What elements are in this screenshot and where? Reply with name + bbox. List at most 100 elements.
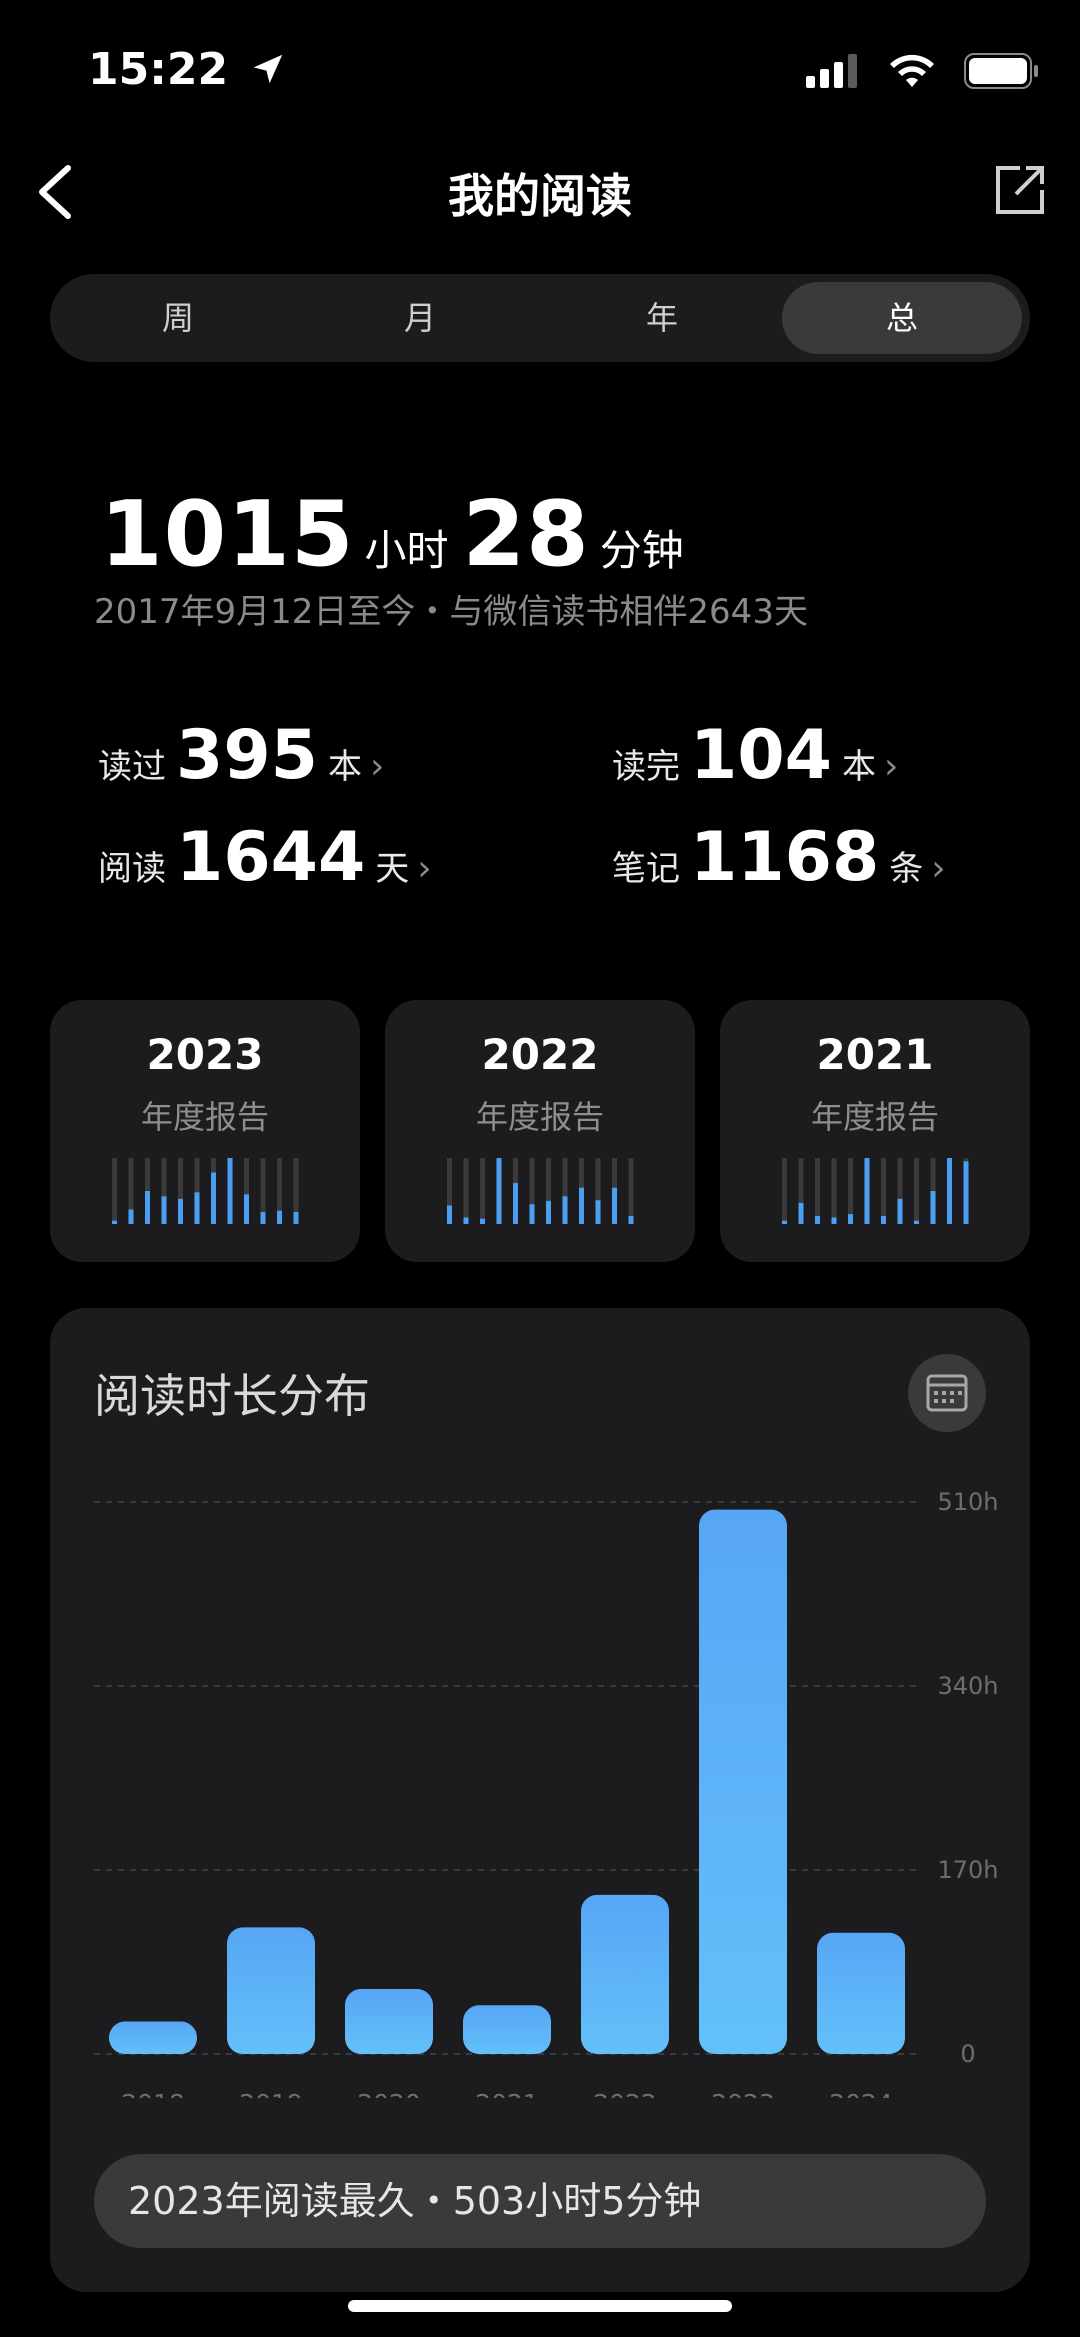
chevron-right-icon: › [417,848,432,889]
share-icon [996,166,1044,214]
stat-unit: 本 [327,747,362,787]
mini-bar [463,1217,469,1224]
mini-bar [496,1158,502,1224]
bar-2021[interactable] [463,2005,551,2054]
x-tick-label: 2018 [121,2089,185,2098]
since-date-text: 2017年9月12日至今・与微信读书相伴2643天 [94,592,808,632]
chart-title: 阅读时长分布 [94,1369,370,1423]
y-tick-label: 340h [937,1672,998,1700]
bar-2019[interactable] [227,1927,315,2054]
mini-bar-track [112,1158,117,1224]
year-report-year: 2021 [816,1030,934,1079]
stat-value: 395 [176,716,318,795]
mini-bar-track [782,1158,787,1224]
status-time-text: 15:22 [88,44,229,95]
wifi-icon [890,54,934,87]
mini-bar [513,1183,518,1224]
mini-bar [914,1220,919,1224]
mini-bar [881,1216,886,1224]
tab-month[interactable]: 月 [300,282,540,354]
chevron-right-icon: › [369,746,385,787]
mini-bar [546,1200,551,1224]
mini-bar [178,1198,183,1224]
y-tick-label: 0 [960,2040,975,2068]
mini-bar [930,1191,936,1224]
year-report-year: 2022 [481,1030,599,1079]
mini-bar [161,1196,167,1224]
mini-bar-track [463,1158,469,1224]
reading-time-distribution-card: 阅读时长分布 0 170h 340h 510h 2018 2019 2020 2021 2022… [50,1308,1030,2292]
year-report-card-2023[interactable]: 2023 年度报告 [50,1000,360,1262]
mini-bar [815,1216,820,1224]
mini-bar [798,1202,804,1224]
mini-bar [579,1187,584,1224]
mini-bar-track [881,1158,886,1224]
x-tick-label: 2021 [475,2089,539,2098]
summary-pill: 2023年阅读最久・503小时5分钟 [94,2154,986,2248]
mini-bar [112,1220,117,1224]
status-time: 15:22 [88,44,287,95]
bar-2020[interactable] [345,1989,433,2054]
mini-bar [277,1210,282,1224]
chevron-right-icon: › [931,848,946,889]
mini-bar [562,1196,568,1224]
summary-text: 2023年阅读最久・503小时5分钟 [128,2179,702,2223]
calendar-icon [926,1374,968,1412]
year-report-card-2022[interactable]: 2022 年度报告 [385,1000,695,1262]
total-minutes: 28 [462,482,590,587]
stat-label: 读完 [612,747,680,787]
minutes-unit: 分钟 [599,526,684,575]
stat-notes[interactable]: 笔记 1168 条 › [612,818,946,897]
mini-bar [260,1212,266,1224]
page-title: 我的阅读 [448,169,632,223]
stat-unit: 本 [841,747,876,787]
mini-bar-track [831,1158,837,1224]
mini-bar [947,1158,952,1224]
mini-bar [227,1158,233,1224]
mini-bar-track [815,1158,820,1224]
home-indicator [348,2300,732,2312]
total-hours: 1015 [100,482,355,587]
tab-week[interactable]: 周 [58,282,298,354]
mini-bar [145,1191,150,1224]
mini-bar [963,1161,969,1224]
reading-time-bar-chart: 0 170h 340h 510h 2018 2019 2020 2021 2022 2023 202… [94,1488,999,2098]
x-tick-label: 2024 [829,2089,893,2098]
mini-bar-track [628,1158,634,1224]
status-icons [806,52,1040,90]
mini-bar [447,1205,452,1224]
year-report-label: 年度报告 [140,1098,269,1136]
x-tick-label: 2020 [357,2089,421,2098]
tab-year[interactable]: 年 [542,282,782,354]
y-tick-label: 510h [937,1488,998,1516]
battery-icon [964,53,1038,89]
stat-books-finished[interactable]: 读完 104 本 › [612,716,898,795]
cellular-signal-icon [806,54,857,88]
share-button[interactable] [990,160,1050,220]
bar-2023[interactable] [699,1509,787,2054]
year-report-label: 年度报告 [475,1098,604,1136]
mini-bar [782,1220,787,1224]
mini-bar-track [914,1158,919,1224]
stat-books-read[interactable]: 读过 395 本 › [98,716,384,795]
stat-value: 1168 [690,818,880,897]
total-reading-time: 1015 小时 28 分钟 [100,482,698,587]
period-segmented-control: 周 月 年 总 [50,274,1030,362]
y-tick-label: 170h [937,1856,998,1884]
calendar-button[interactable] [908,1354,986,1432]
mini-bar [864,1158,870,1224]
year-report-card-2021[interactable]: 2021 年度报告 [720,1000,1030,1262]
stat-value: 104 [690,716,832,795]
location-arrow-icon [254,54,283,84]
mini-bar [211,1172,216,1224]
stat-label: 阅读 [98,849,166,889]
bar-2018[interactable] [109,2021,197,2054]
bar-2024[interactable] [817,1932,905,2054]
mini-bar [848,1214,853,1224]
stat-value: 1644 [176,818,366,897]
mini-bar [628,1216,634,1224]
stat-reading-days[interactable]: 阅读 1644 天 › [98,818,432,897]
mini-bar [128,1209,134,1224]
bar-2022[interactable] [581,1894,669,2054]
tab-total[interactable]: 总 [782,282,1022,354]
